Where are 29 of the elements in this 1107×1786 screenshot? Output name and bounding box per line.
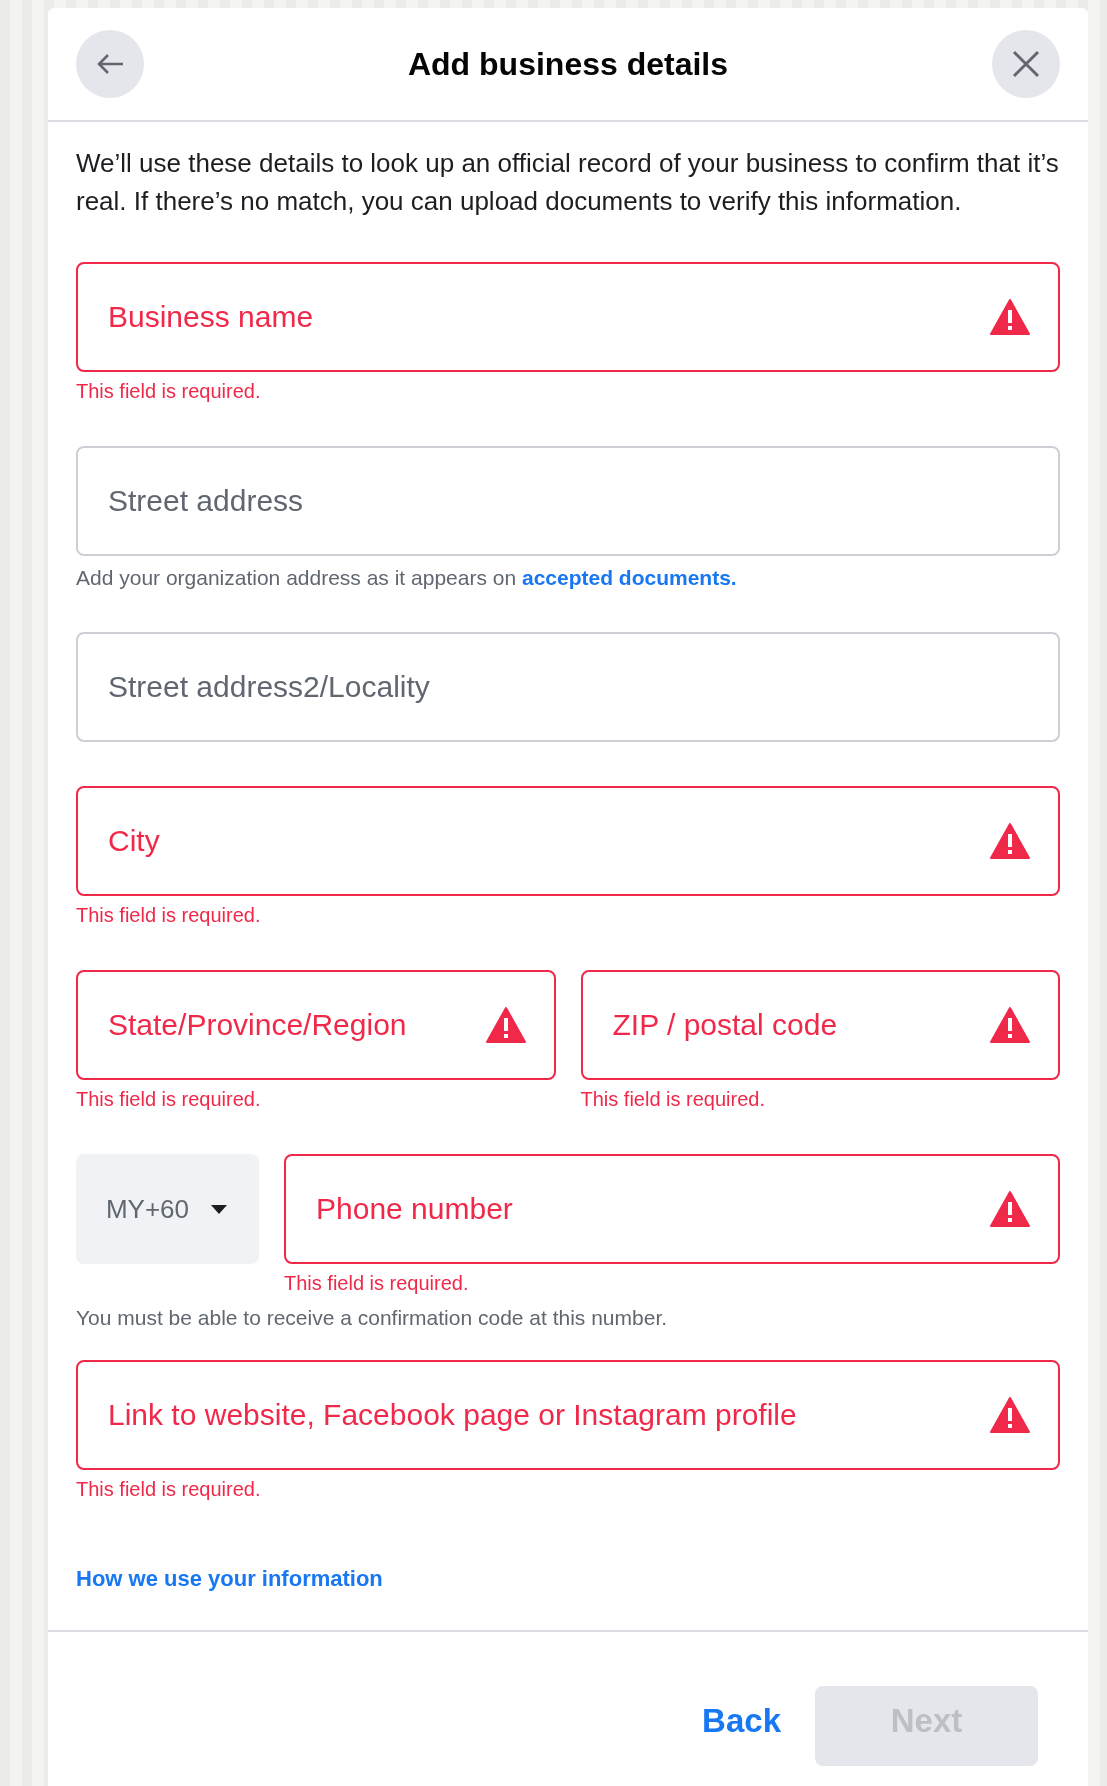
input-field[interactable]: State/Province/Region bbox=[76, 970, 556, 1080]
error-message: This field is required. bbox=[76, 1478, 262, 1502]
caret-icon bbox=[209, 1203, 230, 1215]
helper-text: You must be able to receive a confirmation code at this number. bbox=[76, 1306, 669, 1330]
helper-text: Add your organization address as it appears on accepted documents. bbox=[76, 566, 738, 590]
warning-icon bbox=[990, 1191, 1030, 1227]
country-code-dropdown[interactable]: MY+60 bbox=[76, 1154, 259, 1264]
info-link[interactable]: How we use your information bbox=[76, 1566, 1060, 1592]
warning-icon bbox=[485, 1007, 526, 1043]
documents-link[interactable]: accepted documents. bbox=[521, 566, 737, 589]
input-field[interactable]: Link to website, Facebook page or Instagram profile bbox=[76, 1360, 1060, 1470]
input-field[interactable]: City bbox=[76, 786, 1060, 896]
back-arrow-icon bbox=[95, 52, 125, 76]
close-icon bbox=[1011, 49, 1041, 79]
intro-text: We’ll use these details to look up an official record of your business to confirm that it’s real. If there’s no match, you can upload documents to verify this information. bbox=[76, 147, 1060, 218]
back-button[interactable]: Back bbox=[702, 1702, 781, 1750]
error-message: This field is required. bbox=[284, 1272, 470, 1296]
error-message: This field is required. bbox=[76, 904, 262, 928]
warning-icon bbox=[990, 823, 1030, 859]
input-field[interactable]: Business name bbox=[76, 262, 1060, 372]
warning-icon bbox=[990, 299, 1030, 335]
error-message: This field is required. bbox=[580, 1088, 767, 1112]
dialog-title: Add business details bbox=[407, 45, 729, 83]
error-message: This field is required. bbox=[76, 380, 262, 404]
warning-icon bbox=[990, 1397, 1030, 1433]
warning-icon bbox=[990, 1007, 1030, 1043]
input-field[interactable]: Phone number bbox=[284, 1154, 1060, 1264]
error-message: This field is required. bbox=[76, 1088, 262, 1112]
input-field[interactable]: ZIP / postal code bbox=[580, 970, 1060, 1080]
